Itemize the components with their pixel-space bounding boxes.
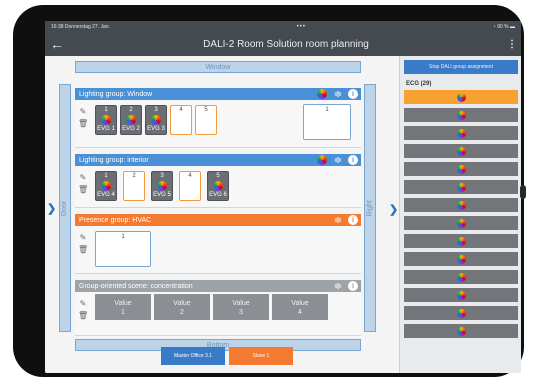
- info-icon[interactable]: i: [348, 155, 358, 165]
- ecg-item[interactable]: [404, 270, 518, 284]
- group-tools: ✎ 🗑: [78, 106, 88, 130]
- lamp-icon: [456, 128, 466, 138]
- menu-icon[interactable]: ⋮: [503, 39, 521, 50]
- group-header: Group-oriented scene: concentration ≑ i: [75, 280, 361, 292]
- slot-2[interactable]: 2: [123, 171, 145, 201]
- ecg-item[interactable]: [404, 180, 518, 194]
- lighting-group-interior[interactable]: Lighting group: interior ≑ i ✎ 🗑 1 EVG 4 …: [75, 154, 361, 208]
- ecg-item[interactable]: [404, 90, 518, 104]
- group-tools: ✎ 🗑: [78, 298, 88, 322]
- sensor-slot[interactable]: 1: [95, 231, 151, 267]
- delete-icon[interactable]: 🗑: [78, 310, 88, 322]
- ecg-item[interactable]: [404, 306, 518, 320]
- ecg-item[interactable]: [404, 324, 518, 338]
- status-time: 16:38 Donnerstag 27. Jan.: [51, 23, 110, 30]
- delete-icon[interactable]: 🗑: [78, 184, 88, 196]
- ecg-item[interactable]: [404, 198, 518, 212]
- slot-3[interactable]: 3 EVG 3: [145, 105, 167, 135]
- scene-concentration[interactable]: Group-oriented scene: concentration ≑ i …: [75, 280, 361, 336]
- scene-value-3[interactable]: Value 3: [213, 294, 269, 320]
- battery-indicator: ◔ 90 % ▬: [492, 23, 515, 30]
- slot-2[interactable]: 2 EVG 2: [120, 105, 142, 135]
- delete-icon[interactable]: 🗑: [78, 244, 88, 256]
- ecg-item[interactable]: [404, 108, 518, 122]
- master-office-button[interactable]: Master Office 3.1: [161, 347, 225, 365]
- slot-4[interactable]: 4: [170, 105, 192, 135]
- wall-right[interactable]: Right: [364, 84, 376, 332]
- lamp-icon: [456, 326, 466, 336]
- ecg-item[interactable]: [404, 234, 518, 248]
- delete-icon[interactable]: 🗑: [78, 118, 88, 130]
- ecg-list: [404, 90, 518, 342]
- status-bar: 16:38 Donnerstag 27. Jan. ••• ◔ 90 % ▬: [45, 21, 521, 32]
- tablet-frame: 16:38 Donnerstag 27. Jan. ••• ◔ 90 % ▬ ←…: [13, 5, 526, 377]
- slot-1[interactable]: 1 EVG 1: [95, 105, 117, 135]
- lamp-icon: [456, 236, 466, 246]
- info-icon[interactable]: i: [348, 281, 358, 291]
- lamp-icon: [456, 290, 466, 300]
- ecg-item[interactable]: [404, 162, 518, 176]
- screen: 16:38 Donnerstag 27. Jan. ••• ◔ 90 % ▬ ←…: [45, 21, 521, 373]
- sensor-slot[interactable]: 1: [303, 104, 351, 140]
- group-header: Lighting group: interior ≑ i: [75, 154, 361, 166]
- lamp-icon: [456, 164, 466, 174]
- lamp-icon: [456, 272, 466, 282]
- slot-4[interactable]: 4: [179, 171, 201, 201]
- lamp-icon: [456, 92, 466, 102]
- ecg-sidebar: Stop DALI group assignment ECG (29): [399, 56, 521, 373]
- lamp-icon: [456, 110, 466, 120]
- scene-value-4[interactable]: Value 4: [272, 294, 328, 320]
- page-title: DALI-2 Room Solution room planning: [203, 38, 369, 50]
- wall-window[interactable]: Window: [75, 61, 361, 73]
- edit-icon[interactable]: ✎: [78, 298, 88, 310]
- group-header: Lighting group: Window ≑ i: [75, 88, 361, 100]
- ecg-item[interactable]: [404, 144, 518, 158]
- scene-value-2[interactable]: Value 2: [154, 294, 210, 320]
- lamp-icon: [456, 182, 466, 192]
- slot-5[interactable]: 5 EVG 6: [207, 171, 229, 201]
- ecg-item[interactable]: [404, 216, 518, 230]
- ecg-item[interactable]: [404, 252, 518, 266]
- slot-1[interactable]: 1 EVG 4: [95, 171, 117, 201]
- lamp-icon: [456, 218, 466, 228]
- group-header: Presence group: HVAC ≑ i: [75, 214, 361, 226]
- slot-3[interactable]: 3 EVG 5: [151, 171, 173, 201]
- back-arrow-icon[interactable]: ←: [45, 36, 69, 52]
- info-icon[interactable]: i: [348, 215, 358, 225]
- group-tools: ✎ 🗑: [78, 172, 88, 196]
- info-icon[interactable]: i: [348, 89, 358, 99]
- multitask-dots: •••: [296, 23, 307, 30]
- collapse-icon[interactable]: ≑: [333, 215, 343, 226]
- slot-5[interactable]: 5: [195, 105, 217, 135]
- ecg-item[interactable]: [404, 126, 518, 140]
- presence-group-hvac[interactable]: Presence group: HVAC ≑ i ✎ 🗑 1: [75, 214, 361, 274]
- expand-right-icon[interactable]: ❯: [389, 203, 398, 216]
- ecg-count-label: ECG (29): [406, 81, 432, 87]
- lamp-icon: [456, 200, 466, 210]
- app-bar: ← DALI-2 Room Solution room planning ⋮: [45, 32, 521, 56]
- ecg-item[interactable]: [404, 288, 518, 302]
- edit-icon[interactable]: ✎: [78, 106, 88, 118]
- collapse-icon[interactable]: ≑: [333, 89, 343, 100]
- scene-value-1[interactable]: Value 1: [95, 294, 151, 320]
- edit-icon[interactable]: ✎: [78, 172, 88, 184]
- lamp-icon: [456, 308, 466, 318]
- collapse-icon[interactable]: ≑: [333, 281, 343, 292]
- group-tools: ✎ 🗑: [78, 232, 88, 256]
- room-planner: Window Door Right Bottom ❯ ❯ Lighting gr…: [45, 56, 399, 373]
- lamp-icon: [456, 146, 466, 156]
- wall-door[interactable]: Door: [59, 84, 71, 332]
- expand-left-icon[interactable]: ❯: [47, 202, 56, 215]
- lamp-icon: [456, 254, 466, 264]
- lamp-icon: [317, 89, 327, 99]
- slave-button[interactable]: Slave 1: [229, 347, 293, 365]
- stop-assignment-button[interactable]: Stop DALI group assignment: [404, 60, 518, 74]
- lighting-group-window[interactable]: Lighting group: Window ≑ i ✎ 🗑 1 EVG 1 2E…: [75, 88, 361, 148]
- lamp-icon: [317, 155, 327, 165]
- edit-icon[interactable]: ✎: [78, 232, 88, 244]
- collapse-icon[interactable]: ≑: [333, 155, 343, 166]
